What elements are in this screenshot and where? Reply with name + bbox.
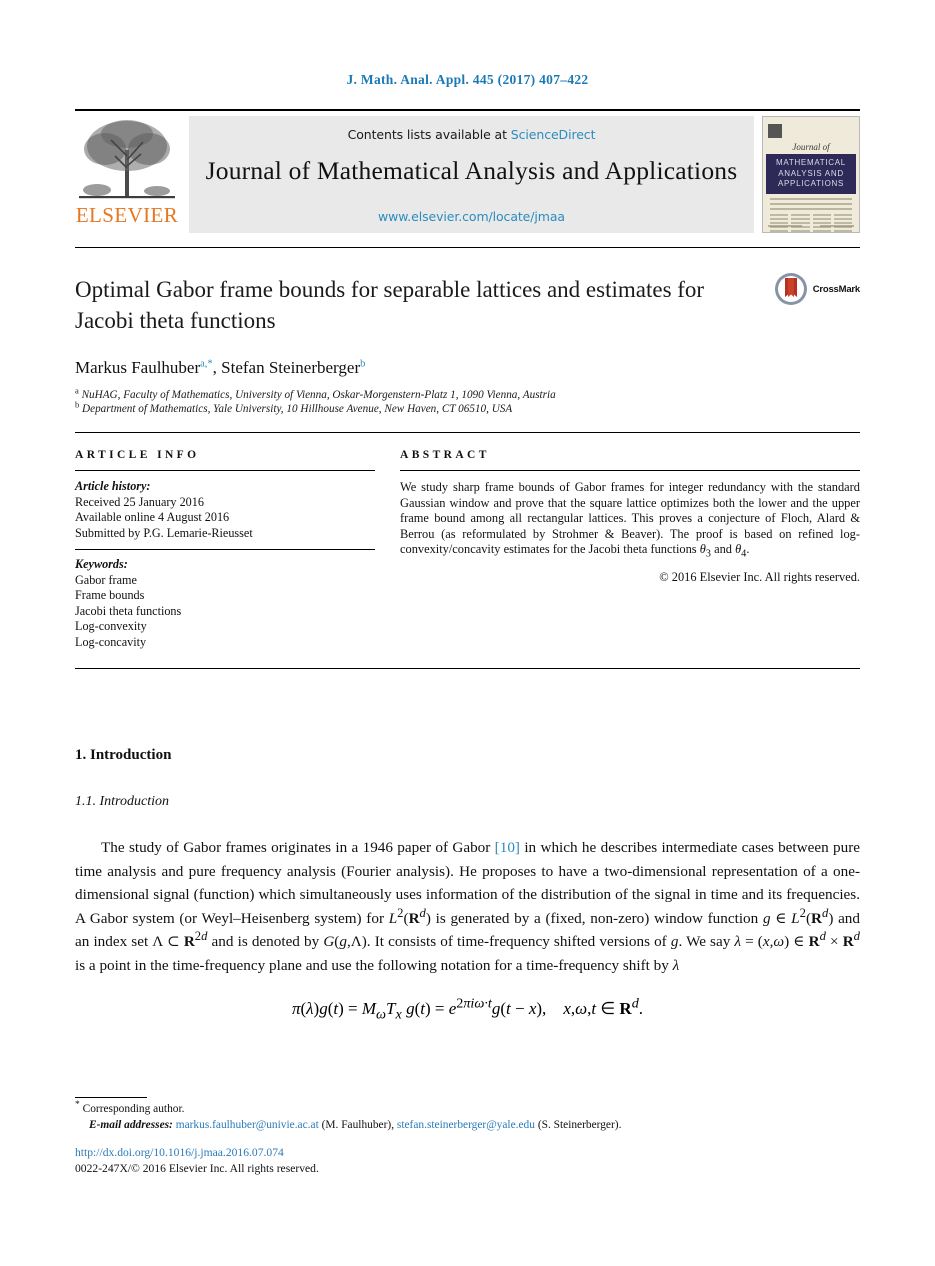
contents-available-line: Contents lists available at ScienceDirec… xyxy=(348,127,596,142)
display-equation: π(λ)g(t) = MωTx g(t) = e2πiω·tg(t − x), … xyxy=(291,995,644,1023)
author-list: Markus Faulhubera,*, Stefan Steinerberge… xyxy=(75,358,860,378)
crossmark-icon xyxy=(774,273,807,305)
article-history-item: Available online 4 August 2016 xyxy=(75,510,230,524)
contents-prefix: Contents lists available at xyxy=(347,127,507,142)
journal-masthead: ELSEVIER Contents lists available at Sci… xyxy=(75,109,860,233)
article-info-heading: ARTICLE INFO xyxy=(75,449,200,461)
running-head: J. Math. Anal. Appl. 445 (2017) 407–422 xyxy=(346,72,589,87)
cover-title-band: MATHEMATICAL ANALYSIS AND APPLICATIONS xyxy=(766,154,856,194)
citation-link-10[interactable]: [10] xyxy=(495,839,520,856)
keywords-rule xyxy=(75,549,375,550)
affiliation-b-text: Department of Mathematics, Yale Universi… xyxy=(82,403,513,415)
corresponding-author-note: * Corresponding author. xyxy=(75,1100,865,1118)
corresponding-author-marker: * xyxy=(75,1100,80,1111)
section-heading-introduction: 1. Introduction xyxy=(75,747,172,763)
email-link-steinerberger[interactable]: stefan.steinerberger@yale.edu xyxy=(397,1119,535,1131)
keyword-item: Log-convexity xyxy=(75,619,147,633)
abstract-heading: ABSTRACT xyxy=(400,449,490,461)
abstract-column: ABSTRACT We study sharp frame bounds of … xyxy=(400,449,860,650)
email-owner-1: (M. Faulhuber), xyxy=(321,1118,395,1131)
email-label: E-mail addresses: xyxy=(89,1118,173,1131)
elsevier-tree-icon xyxy=(79,120,175,199)
elsevier-wordmark: ELSEVIER xyxy=(75,203,179,227)
article-info-column: ARTICLE INFO Article history: Received 2… xyxy=(75,449,375,650)
crossmark-badge[interactable]: CrossMark xyxy=(774,272,860,306)
issn-copyright-line: 0022-247X/© 2016 Elsevier Inc. All right… xyxy=(75,1161,319,1175)
cover-script-line: Journal of xyxy=(792,142,830,152)
keyword-item: Frame bounds xyxy=(75,588,145,602)
sciencedirect-link[interactable]: ScienceDirect xyxy=(511,127,596,142)
cover-band-line-1: MATHEMATICAL xyxy=(776,158,846,167)
affiliation-a: a NuHAG, Faculty of Mathematics, Univers… xyxy=(75,385,860,402)
elsevier-logo: ELSEVIER xyxy=(75,116,179,233)
article-history-item: Received 25 January 2016 xyxy=(75,494,204,509)
keyword-item: Log-concavity xyxy=(75,634,147,649)
email-owner-2: (S. Steinerberger). xyxy=(537,1118,622,1131)
affiliation-a-mark: a xyxy=(75,385,79,396)
doi-block: http://dx.doi.org/10.1016/j.jmaa.2016.07… xyxy=(75,1145,319,1176)
abstract-rule xyxy=(400,470,860,471)
paper-page: J. Math. Anal. Appl. 445 (2017) 407–422 … xyxy=(0,0,935,1266)
keyword-item: Gabor frame xyxy=(75,572,137,587)
body-paragraph: The study of Gabor frames originates in … xyxy=(75,839,860,974)
article-history-label: Article history: xyxy=(75,479,151,493)
author-1-marks[interactable]: a,* xyxy=(200,358,213,370)
crossmark-label: CrossMark xyxy=(812,283,861,295)
cover-band-line-2: ANALYSIS AND xyxy=(778,168,844,178)
corresponding-author-text: Corresponding author. xyxy=(82,1103,185,1115)
article-info-rule xyxy=(75,470,375,471)
affiliation-b: b Department of Mathematics, Yale Univer… xyxy=(75,399,860,416)
masthead-center: Contents lists available at ScienceDirec… xyxy=(189,116,754,233)
page-title: Optimal Gabor frame bounds for separable… xyxy=(75,277,705,333)
keyword-item: Jacobi theta functions xyxy=(75,603,182,618)
affiliation-b-mark: b xyxy=(75,399,80,410)
cover-elsevier-icon xyxy=(768,124,782,138)
email-note: E-mail addresses: markus.faulhuber@univi… xyxy=(75,1118,865,1134)
author-2-name: , Stefan Steinerberger xyxy=(212,358,361,377)
footnote-divider xyxy=(75,1097,147,1098)
cover-band-line-3: APPLICATIONS xyxy=(777,179,845,188)
cover-publisher-mark xyxy=(766,120,856,142)
affiliation-list: a NuHAG, Faculty of Mathematics, Univers… xyxy=(75,385,860,416)
abstract-divider xyxy=(75,668,860,669)
doi-link[interactable]: http://dx.doi.org/10.1016/j.jmaa.2016.07… xyxy=(75,1145,319,1161)
info-abstract-row: ARTICLE INFO Article history: Received 2… xyxy=(75,449,860,650)
article-history: Article history: Received 25 January 201… xyxy=(75,479,375,541)
journal-url-link[interactable]: www.elsevier.com/locate/jmaa xyxy=(189,209,754,224)
article-history-item: Submitted by P.G. Lemarie-Rieusset xyxy=(75,525,253,540)
cover-contents-grid xyxy=(770,213,852,233)
cover-filler-lines xyxy=(766,197,856,210)
subsection-heading-introduction: 1.1. Introduction xyxy=(75,794,169,809)
author-2-marks[interactable]: b xyxy=(360,358,365,370)
abstract-copyright: © 2016 Elsevier Inc. All rights reserved… xyxy=(659,569,860,584)
abstract-text: We study sharp frame bounds of Gabor fra… xyxy=(400,480,860,560)
journal-cover-thumbnail[interactable]: Journal of MATHEMATICAL ANALYSIS AND APP… xyxy=(762,116,860,233)
footnote-block: * Corresponding author. E-mail addresses… xyxy=(75,1100,865,1134)
affiliation-a-text: NuHAG, Faculty of Mathematics, Universit… xyxy=(81,389,556,401)
journal-title: Journal of Mathematical Analysis and App… xyxy=(205,156,738,185)
title-block: Optimal Gabor frame bounds for separable… xyxy=(75,248,860,416)
email-link-faulhuber[interactable]: markus.faulhuber@univie.ac.at xyxy=(176,1119,319,1131)
cover-footer-marks xyxy=(768,225,854,227)
keywords-label: Keywords: xyxy=(75,557,128,571)
author-1-name: Markus Faulhuber xyxy=(75,358,201,377)
keywords-block: Keywords: Gabor frame Frame bounds Jacob… xyxy=(75,557,375,650)
title-divider xyxy=(75,432,860,433)
